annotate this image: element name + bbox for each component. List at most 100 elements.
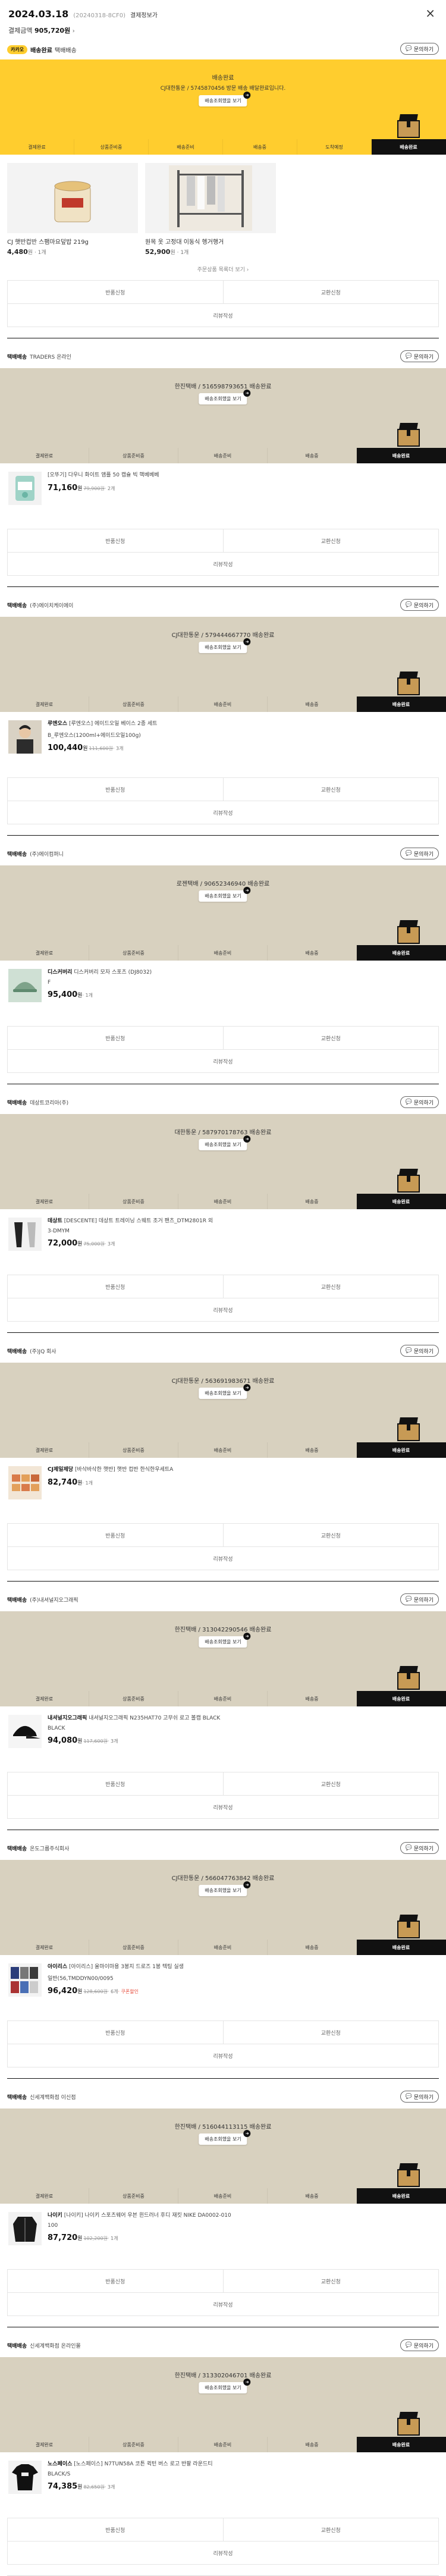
track-delivery-button[interactable]: 배송조회했을 보기 ➜ xyxy=(199,1135,251,1150)
track-delivery-button[interactable]: 배송조회했을 보기 ➜ xyxy=(199,638,251,653)
delivery-steps: 결제완료 상품준비중 배송준비 배송중 배송완료 xyxy=(0,696,446,712)
track-delivery-button[interactable]: 배송조회했을 보기 ➜ xyxy=(199,887,251,902)
return-button[interactable]: 반품신청 xyxy=(8,778,224,801)
product-item[interactable]: 아이리스 [아이리스] 울마이마용 3봉지 드로즈 1봉 텍팅 실생 일반(56,… xyxy=(0,1955,446,2020)
step-item-active: 배송완료 xyxy=(357,696,446,712)
product-item[interactable]: CJ제일제당 [바삭바삭한 햇반] 햇반 컵반 한식한우세트A 82,740원· … xyxy=(0,1458,446,1523)
return-button[interactable]: 반품신청 xyxy=(8,2021,224,2044)
inquiry-button[interactable]: 💬 문의하기 xyxy=(400,43,439,55)
currency-label: 원 xyxy=(77,1989,83,1995)
currency-label: 원 xyxy=(77,2484,83,2491)
inquiry-button[interactable]: 💬 문의하기 xyxy=(400,1096,439,1108)
exchange-button[interactable]: 교환신청 xyxy=(224,529,439,552)
chat-icon: 💬 xyxy=(405,2342,412,2348)
delivery-status-banner: 로젠택배 / 90652346940 배송완료 배송조회했을 보기 ➜ 결제완료 상품준… xyxy=(0,865,446,961)
return-button[interactable]: 반품신청 xyxy=(8,2270,224,2292)
inquiry-button[interactable]: 💬 문의하기 xyxy=(400,350,439,362)
pointer-icon: ➜ xyxy=(243,1384,251,1391)
delivery-steps: 결제완료 상품준비중 배송준비 배송중 배송완료 xyxy=(0,2188,446,2204)
banner-title: 배송완료 xyxy=(212,75,234,81)
more-products-link[interactable]: 주문상품 목록더 보기 › xyxy=(0,259,446,280)
review-button[interactable]: 리뷰작성 xyxy=(8,2044,438,2067)
courier-status: CJ대한통운 / 566047763842 배송완료 xyxy=(171,1875,275,1882)
inquiry-button[interactable]: 💬 문의하기 xyxy=(400,2091,439,2103)
step-item: 결제완료 xyxy=(0,2188,89,2204)
return-button[interactable]: 반품신청 xyxy=(8,281,224,303)
exchange-button[interactable]: 교환신청 xyxy=(224,1275,439,1298)
exchange-button[interactable]: 교환신청 xyxy=(224,778,439,801)
review-button[interactable]: 리뷰작성 xyxy=(8,1547,438,1570)
inquiry-button[interactable]: 💬 문의하기 xyxy=(400,2339,439,2351)
exchange-button[interactable]: 교환신청 xyxy=(224,1524,439,1546)
banner-text: 한진택배 / 313302046701 배송완료 xyxy=(0,2370,446,2379)
pointer-icon: ➜ xyxy=(243,390,251,397)
review-button[interactable]: 리뷰작성 xyxy=(8,553,438,575)
order-total[interactable]: 결제금액 905,720원 › xyxy=(8,26,436,35)
product-brand: 내셔널지오그래픽 xyxy=(48,1715,87,1721)
track-delivery-button[interactable]: 배송조회했을 보기 ➜ xyxy=(199,390,251,404)
product-item[interactable]: 루엔오스 [루엔오스] 에이드오일 베이스 2종 세트 B_루엔오스(1200ml… xyxy=(0,712,446,777)
review-button[interactable]: 리뷰작성 xyxy=(8,1298,438,1321)
review-button[interactable]: 리뷰작성 xyxy=(8,1050,438,1072)
exchange-button[interactable]: 교환신청 xyxy=(224,2270,439,2292)
review-button[interactable]: 리뷰작성 xyxy=(8,2293,438,2315)
inquiry-button[interactable]: 💬 문의하기 xyxy=(400,848,439,859)
product-title: [오뚜기] 다우니 화이트 앰플 50 캡슐 빅 핵베베베 xyxy=(48,472,438,479)
return-button[interactable]: 반품신청 xyxy=(8,1772,224,1795)
product-thumbnail xyxy=(8,1218,42,1251)
action-row: 반품신청 교환신청 xyxy=(8,1524,438,1547)
return-button[interactable]: 반품신청 xyxy=(8,1524,224,1546)
track-delivery-button[interactable]: 배송조회했을 보기 ➜ xyxy=(199,1633,251,1648)
exchange-button[interactable]: 교환신청 xyxy=(224,2021,439,2044)
box-icon xyxy=(397,2412,420,2436)
total-label: 결제금액 xyxy=(8,27,33,34)
pointer-icon: ➜ xyxy=(243,638,251,645)
return-button[interactable]: 반품신청 xyxy=(8,2518,224,2541)
review-button[interactable]: 리뷰작성 xyxy=(8,304,438,327)
track-delivery-button[interactable]: 배송조회했을 보기 ➜ xyxy=(199,92,251,106)
product-item[interactable]: 데상트 [DESCENTE] 데상트 트레이닝 스웨트 조거 팬츠_DTM280… xyxy=(0,1209,446,1275)
product-item[interactable]: 나이키 [나이키] 나이키 스포츠웨어 우븐 윈드러너 후디 재킷 NIKE D… xyxy=(0,2204,446,2269)
exchange-button[interactable]: 교환신청 xyxy=(224,1027,439,1049)
step-item-active: 배송완료 xyxy=(372,139,446,155)
order-header: 2024.03.18 (20240318-8CF0) 결제정보가 × 결제금액 … xyxy=(0,0,446,39)
chat-icon: 💬 xyxy=(405,46,412,52)
courier-status: CJ대한통운 / 563691983671 배송완료 xyxy=(171,1378,275,1385)
inquiry-button[interactable]: 💬 문의하기 xyxy=(400,1345,439,1357)
exchange-button[interactable]: 교환신청 xyxy=(224,1772,439,1795)
product-item[interactable]: 노스페이스 [노스페이스] N7TUN58A 코튼 퀵턴 버스 로고 반팔 라운… xyxy=(0,2452,446,2518)
product-item[interactable]: 내셔널지오그래픽 내셔널지오그래픽 N235HAT70 고무쉬 로고 볼캡 BL… xyxy=(0,1706,446,1772)
section-divider xyxy=(7,1332,439,1333)
inquiry-button[interactable]: 💬 문의하기 xyxy=(400,1593,439,1605)
return-button[interactable]: 반품신청 xyxy=(8,529,224,552)
product-card[interactable]: CJ 햇반컵반 스팸마요덮밥 219g 4,480원 · 1개 xyxy=(7,163,138,256)
track-delivery-button[interactable]: 배송조회했을 보기 ➜ xyxy=(199,1881,251,1896)
step-item: 배송준비 xyxy=(178,2188,268,2204)
close-icon[interactable]: × xyxy=(425,7,435,19)
product-price: 82,740 xyxy=(48,1478,78,1488)
product-quantity: · 1개 xyxy=(82,1480,93,1486)
inquiry-button[interactable]: 💬 문의하기 xyxy=(400,1842,439,1854)
delivery-status-banner: 대한통운 / 587970178763 배송완료 배송조회했을 보기 ➜ 결제완료 상품… xyxy=(0,1114,446,1209)
review-button[interactable]: 리뷰작성 xyxy=(8,2542,438,2564)
track-delivery-button[interactable]: 배송조회했을 보기 ➜ xyxy=(199,2379,251,2393)
review-button[interactable]: 리뷰작성 xyxy=(8,801,438,824)
product-card[interactable]: 원목 옷 고정대 이동식 헹거행거 52,900원 · 1개 xyxy=(145,163,276,256)
step-item: 결제완료 xyxy=(0,1940,89,1955)
product-price: 96,420 xyxy=(48,1987,78,1996)
product-item[interactable]: 디스커버리 디스커버리 모자 스포츠 (DJ8032) F 95,400원· 1개 xyxy=(0,961,446,1026)
track-delivery-button[interactable]: 배송조회했을 보기 ➜ xyxy=(199,1384,251,1399)
exchange-button[interactable]: 교환신청 xyxy=(224,281,439,303)
exchange-button[interactable]: 교환신청 xyxy=(224,2518,439,2541)
delivery-steps: 결제완료 상품준비중 배송준비 배송중 도착예정 배송완료 xyxy=(0,139,446,155)
return-button[interactable]: 반품신청 xyxy=(8,1275,224,1298)
total-value: 905,720원 xyxy=(34,27,71,34)
track-label: 배송조회했을 보기 xyxy=(205,893,241,899)
order-detail-link[interactable]: 결제정보가 xyxy=(130,10,158,19)
product-item[interactable]: [오뚜기] 다우니 화이트 앰플 50 캡슐 빅 핵베베베 71,160원 79,9… xyxy=(0,463,446,529)
track-delivery-button[interactable]: 배송조회했을 보기 ➜ xyxy=(199,2130,251,2145)
review-button[interactable]: 리뷰작성 xyxy=(8,1796,438,1818)
step-item-active: 배송완료 xyxy=(357,2188,446,2204)
inquiry-button[interactable]: 💬 문의하기 xyxy=(400,599,439,611)
return-button[interactable]: 반품신청 xyxy=(8,1027,224,1049)
